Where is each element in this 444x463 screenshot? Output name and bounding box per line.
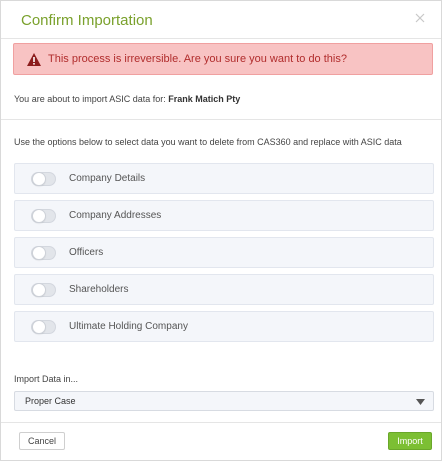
toggle-company-details[interactable]: [31, 172, 56, 186]
toggle-company-addresses[interactable]: [31, 209, 56, 223]
option-label: Ultimate Holding Company: [69, 321, 188, 332]
chevron-down-icon: [416, 399, 425, 405]
toggle-shareholders[interactable]: [31, 283, 56, 297]
toggle-knob: [32, 320, 46, 334]
option-label: Shareholders: [69, 284, 129, 295]
case-select[interactable]: Proper Case: [14, 391, 434, 411]
options-instructions: Use the options below to select data you…: [14, 137, 402, 147]
import-data-in-label: Import Data in...: [14, 374, 79, 384]
import-target-prefix: You are about to import ASIC data for:: [14, 94, 166, 104]
import-button[interactable]: Import: [388, 432, 432, 450]
dialog-title: Confirm Importation: [21, 12, 153, 29]
toggle-officers[interactable]: [31, 246, 56, 260]
toggle-knob: [32, 246, 46, 260]
divider: [1, 119, 441, 120]
option-label: Officers: [69, 247, 104, 258]
toggle-knob: [32, 209, 46, 223]
option-label: Company Details: [69, 173, 146, 184]
confirm-importation-dialog: Confirm Importation This process is irre…: [0, 0, 442, 461]
option-label: Company Addresses: [69, 210, 162, 221]
dialog-header: Confirm Importation: [1, 1, 441, 39]
cancel-button[interactable]: Cancel: [19, 432, 65, 450]
import-target-line: You are about to import ASIC data for: F…: [14, 94, 240, 104]
option-ultimate-holding-company: Ultimate Holding Company: [14, 311, 434, 342]
warning-text: This process is irreversible. Are you su…: [48, 53, 347, 65]
option-company-details: Company Details: [14, 163, 434, 194]
option-officers: Officers: [14, 237, 434, 268]
toggle-knob: [32, 283, 46, 297]
toggle-ultimate-holding-company[interactable]: [31, 320, 56, 334]
case-select-value: Proper Case: [25, 396, 76, 406]
close-icon[interactable]: [411, 9, 429, 27]
import-target-company: Frank Matich Pty: [168, 94, 241, 104]
warning-alert: This process is irreversible. Are you su…: [13, 43, 433, 75]
option-company-addresses: Company Addresses: [14, 200, 434, 231]
option-shareholders: Shareholders: [14, 274, 434, 305]
toggle-knob: [32, 172, 46, 186]
warning-icon: [27, 53, 41, 66]
footer-divider: [1, 422, 441, 423]
